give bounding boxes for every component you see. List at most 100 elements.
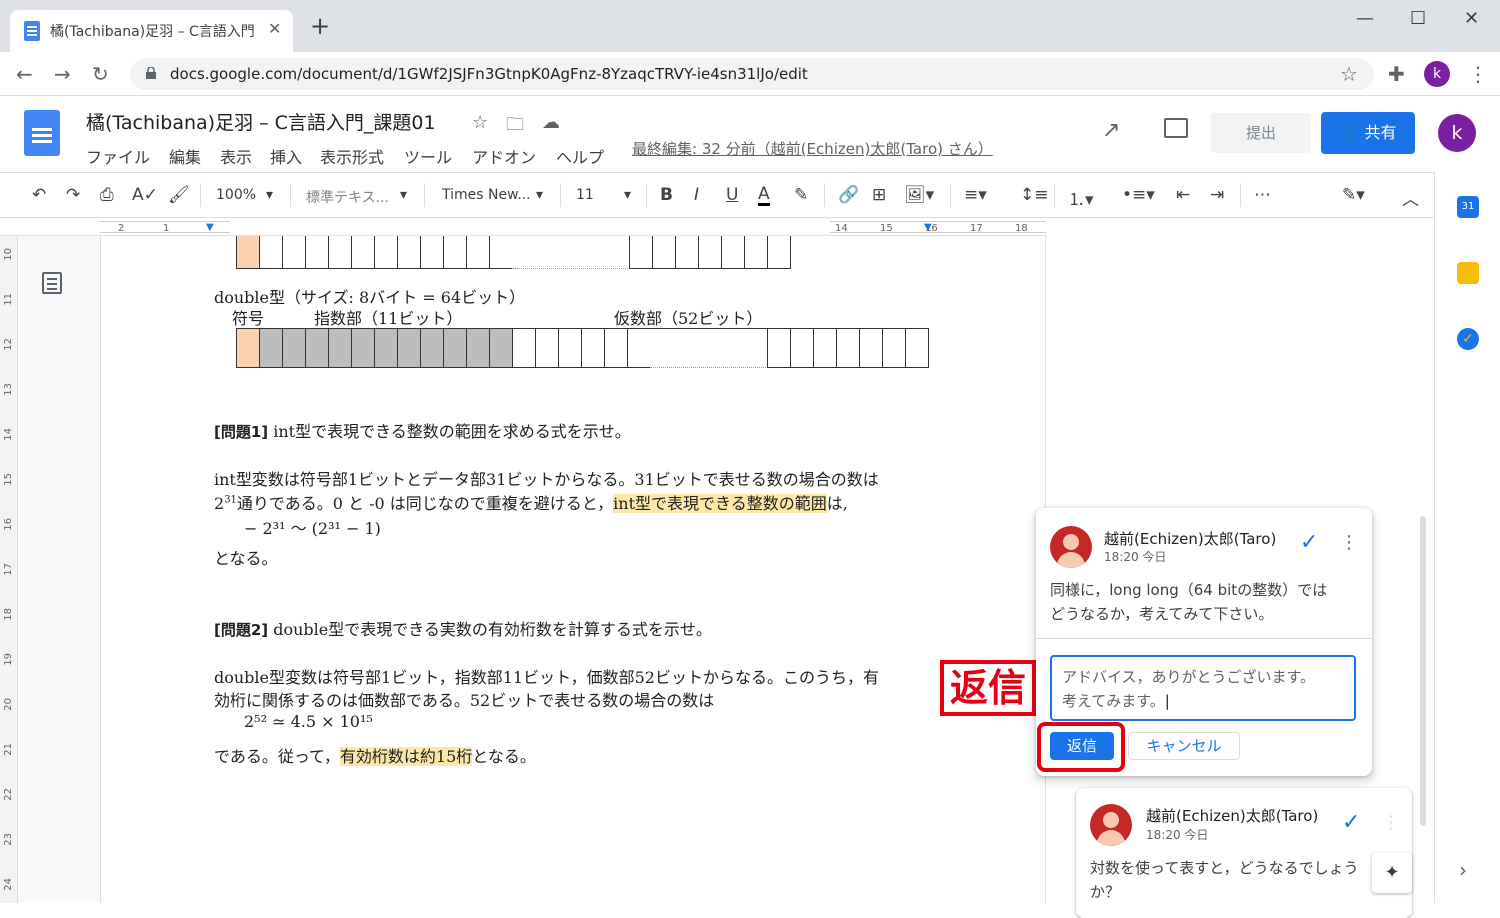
menu-edit[interactable]: 編集 [169, 144, 201, 168]
double-bit-diagram [236, 328, 929, 368]
star-icon[interactable]: ☆ [472, 112, 488, 133]
ruler-tick: 22 [3, 788, 14, 801]
menu-addons[interactable]: アドオン [472, 144, 536, 168]
resolve-check-icon[interactable]: ✓ [1342, 810, 1360, 835]
side-panel: 31 ✓ › [1434, 172, 1500, 903]
ruler-tick: 18 [3, 608, 14, 621]
insert-link-icon[interactable]: 🔗 [838, 185, 859, 205]
ruler-tick: 14 [3, 428, 14, 441]
mantissa-label: 仮数部（52ビット） [614, 309, 763, 328]
account-avatar[interactable]: k [1438, 114, 1476, 152]
more-vert-icon[interactable]: ⋮ [1382, 812, 1400, 833]
line-spacing-icon[interactable]: ↕≡ [1020, 185, 1049, 205]
more-vert-icon[interactable]: ⋮ [1340, 532, 1358, 553]
underline-icon[interactable]: U [726, 185, 738, 205]
bulleted-list-icon[interactable]: •≡▾ [1122, 185, 1155, 205]
answer1-end: となる。 [214, 549, 278, 568]
ruler-tick: 12 [3, 338, 14, 351]
cancel-button[interactable]: キャンセル [1128, 732, 1240, 760]
menu-view[interactable]: 表示 [220, 144, 252, 168]
address-bar[interactable]: docs.google.com/document/d/1GWf2JSJFn3Gt… [130, 58, 1374, 90]
cloud-saved-icon[interactable]: ☁ [542, 112, 560, 133]
move-folder-icon[interactable]: 🗀 [506, 112, 524, 142]
menu-help[interactable]: ヘルプ [556, 144, 604, 168]
comment-thread[interactable]: 越前(Echizen)太郎(Taro) 18:20 今日 ✓ ⋮ 対数を使って表… [1076, 788, 1412, 918]
answer1-line2[interactable]: 231通りである。0 と -0 は同じなので重複を避けると，int型で表現できる… [214, 490, 848, 514]
maximize-icon[interactable]: ☐ [1410, 8, 1426, 29]
docs-logo-icon[interactable] [24, 110, 60, 156]
chevron-down-icon[interactable]: ▾ [536, 187, 543, 203]
explore-fab-icon[interactable]: ✦ [1372, 853, 1412, 893]
comment-author: 越前(Echizen)太郎(Taro) [1146, 807, 1319, 825]
comments-scrollbar[interactable] [1420, 516, 1426, 826]
ruler-tick: 19 [3, 653, 14, 666]
chevron-down-icon[interactable]: ▾ [266, 187, 273, 203]
decrease-indent-icon[interactable]: ⇤ [1176, 185, 1190, 205]
new-tab-button[interactable]: + [310, 14, 330, 38]
document-title[interactable]: 橘(Tachibana)足羽 – C言語入門_課題01 [86, 108, 436, 135]
commenter-avatar [1090, 804, 1132, 846]
redo-icon[interactable]: ↷ [66, 185, 80, 205]
more-options-icon[interactable]: ⋯ [1254, 185, 1271, 205]
last-edit-link[interactable]: 最終編集: 32 分前（越前(Echizen)太郎(Taro) さん） [632, 138, 993, 159]
share-button[interactable]: 👤 共有 [1321, 112, 1415, 154]
forward-icon[interactable]: → [54, 62, 71, 86]
minimize-icon[interactable]: — [1356, 8, 1374, 29]
chevron-down-icon[interactable]: ▾ [624, 187, 631, 203]
question2: [問題2] double型で表現できる実数の有効桁数を計算する式を示せ。 [214, 620, 712, 639]
ruler-tick: 21 [3, 743, 14, 756]
vertical-ruler[interactable]: 10 11 12 13 14 15 16 17 18 19 20 21 22 2… [0, 236, 18, 903]
document-outline-icon[interactable] [42, 272, 62, 294]
paint-format-icon[interactable]: 🖌 [168, 185, 190, 205]
zoom-select[interactable]: 100% [216, 187, 256, 203]
extensions-icon[interactable]: ✚ [1388, 62, 1405, 86]
reload-icon[interactable]: ↻ [92, 62, 109, 86]
numbered-list-icon[interactable]: ⒈▾ [1068, 185, 1094, 210]
expand-panel-icon[interactable]: › [1459, 858, 1467, 882]
profile-avatar[interactable]: k [1424, 61, 1450, 87]
close-window-icon[interactable]: ✕ [1464, 8, 1479, 29]
menu-file[interactable]: ファイル [86, 144, 150, 168]
increase-indent-icon[interactable]: ⇥ [1210, 185, 1224, 205]
tab-close-icon[interactable]: ✕ [268, 19, 281, 38]
print-icon[interactable]: ⎙ [100, 185, 114, 205]
back-icon[interactable]: ← [16, 62, 33, 86]
editing-mode-icon[interactable]: ✎▾ [1342, 185, 1365, 205]
bold-icon[interactable]: B [660, 185, 673, 205]
commenter-avatar [1050, 526, 1092, 568]
reply-input[interactable]: アドバイス，ありがとうございます。 考えてみます。| [1050, 655, 1356, 721]
menu-tools[interactable]: ツール [404, 144, 452, 168]
collapse-menu-icon[interactable]: ︿ [1402, 185, 1419, 210]
docs-favicon-icon [24, 21, 40, 41]
resolve-check-icon[interactable]: ✓ [1300, 530, 1318, 555]
text-color-icon[interactable]: A [758, 185, 770, 206]
spellcheck-icon[interactable]: A✓ [132, 185, 158, 205]
browser-menu-icon[interactable]: ⋮ [1468, 62, 1488, 86]
align-left-icon[interactable]: ≡▾ [964, 185, 987, 205]
bookmark-star-icon[interactable]: ☆ [1340, 62, 1358, 86]
reply-button-highlight [1037, 722, 1125, 772]
chevron-down-icon[interactable]: ▾ [400, 187, 407, 203]
commented-highlight: 有効桁数は約15桁 [339, 747, 473, 766]
highlight-color-icon[interactable]: ✎ [794, 185, 808, 205]
comment-history-icon[interactable] [1164, 118, 1188, 138]
tab-title: 橘(Tachibana)足羽 – C言語入門 [50, 24, 255, 40]
insert-image-icon[interactable]: 🖼▾ [904, 185, 934, 205]
calendar-icon[interactable]: 31 [1457, 196, 1479, 218]
keep-icon[interactable] [1457, 262, 1479, 284]
menu-insert[interactable]: 挿入 [270, 144, 302, 168]
italic-icon[interactable]: I [694, 185, 699, 205]
add-comment-icon[interactable]: ⊞ [872, 185, 886, 205]
activity-dashboard-icon[interactable]: ↗ [1102, 118, 1120, 143]
style-select[interactable]: 標準テキス... [306, 187, 389, 207]
font-select[interactable]: Times New... [442, 187, 531, 203]
undo-icon[interactable]: ↶ [32, 185, 46, 205]
font-size-select[interactable]: 11 [576, 187, 594, 203]
exponent-label: 指数部（11ビット） [314, 309, 463, 328]
sign-label: 符号 [232, 309, 265, 328]
comment-time: 18:20 今日 [1146, 828, 1209, 842]
browser-tab[interactable]: 橘(Tachibana)足羽 – C言語入門 ✕ [10, 10, 293, 52]
menu-format[interactable]: 表示形式 [320, 144, 384, 168]
tasks-icon[interactable]: ✓ [1457, 328, 1479, 350]
submit-button[interactable]: 提出 [1211, 113, 1311, 153]
